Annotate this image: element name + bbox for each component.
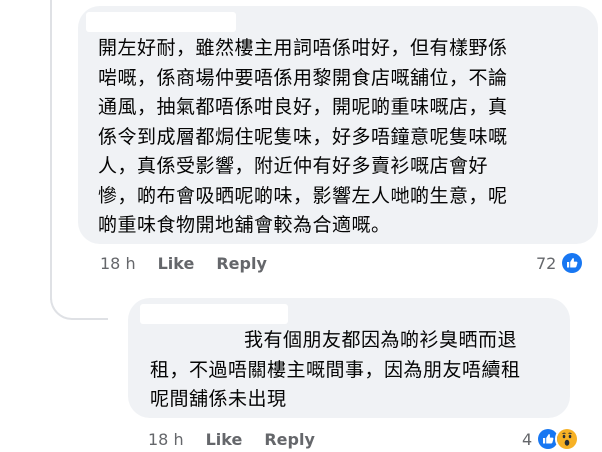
comment-timestamp[interactable]: 18 h (148, 430, 184, 449)
reply-body: 我有個朋友都因為啲衫臭晒而退 租，不過唔關樓主嘅間事，因為朋友唔續租 呢間舖係未… (150, 326, 521, 415)
redacted-author-name (140, 304, 288, 324)
comment-body: 開左好耐，雖然樓主用詞唔係咁好，但有樣野係 啱嘅，係商場仲要唔係用黎開食店嘅舖位… (98, 34, 508, 241)
comment-thread: 開左好耐，雖然樓主用詞唔係咁好，但有樣野係 啱嘅，係商場仲要唔係用黎開食店嘅舖位… (0, 0, 602, 452)
comment-line: 開左好耐，雖然樓主用詞唔係咁好，但有樣野係 (98, 37, 508, 59)
reaction-summary[interactable]: 72 (536, 251, 585, 275)
comment-line: 通風，抽氣都唔係咁良好，開呢啲重味嘅店，真 (98, 96, 508, 118)
comment-actions: 18 h Like Reply (100, 251, 289, 275)
comment-line: 人，真係受影響，附近仲有好多賣衫嘅店會好 (98, 155, 489, 177)
comment-timestamp[interactable]: 18 h (100, 254, 136, 273)
reply-button[interactable]: Reply (264, 430, 315, 449)
thread-connector-line (50, 0, 52, 300)
comment-line: 係令到成層都焗住呢隻味，好多唔鐘意呢隻味嘅 (98, 125, 508, 148)
reaction-count: 4 (522, 429, 533, 449)
reaction-count: 72 (536, 253, 557, 273)
reply-button[interactable]: Reply (216, 254, 267, 273)
comment-line: 我有個朋友都因為啲衫臭晒而退 (244, 329, 518, 351)
comment-line: 啱嘅，係商場仲要唔係用黎開食店嘅舖位，不論 (98, 66, 508, 89)
reply-actions: 18 h Like Reply (148, 427, 337, 451)
reaction-summary[interactable]: 4 (522, 427, 580, 451)
comment-line: 呢間舖係未出現 (150, 388, 287, 410)
like-icon (560, 251, 585, 275)
redacted-author-name (86, 12, 236, 32)
comment-line: 慘，啲布會吸晒呢啲味，影響左人哋啲生意，呢 (98, 184, 508, 207)
wow-icon (555, 427, 580, 451)
comment-line: 啲重味食物開地舖會較為合適嘅。 (98, 214, 391, 236)
comment-line: 租，不過唔關樓主嘅間事，因為朋友唔續租 (150, 358, 521, 381)
like-button[interactable]: Like (158, 254, 195, 273)
like-button[interactable]: Like (206, 430, 243, 449)
